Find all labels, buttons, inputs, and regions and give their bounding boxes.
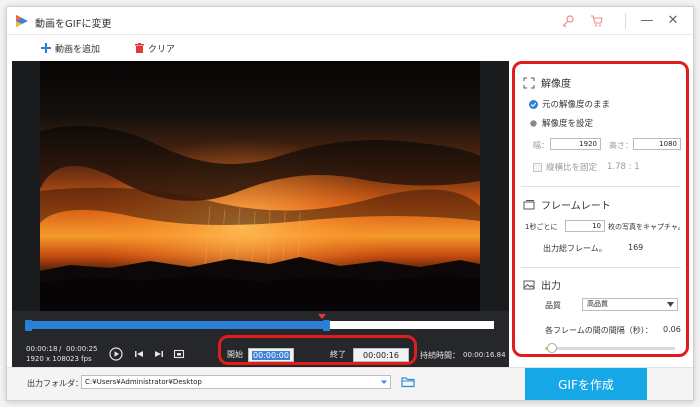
bottom-bar: 出力フォルダ： C:¥Users¥Administrator¥Desktop G… bbox=[7, 367, 693, 400]
total-frames-value: 169 bbox=[628, 243, 644, 252]
checkbox-icon bbox=[533, 162, 542, 172]
frames-per-second-input[interactable]: 10 bbox=[565, 220, 605, 232]
radio-icon bbox=[530, 119, 537, 127]
per-second-prefix: 1秒ごとに bbox=[525, 223, 558, 231]
play-icon[interactable] bbox=[109, 347, 123, 361]
resolution-section-title: 解像度 bbox=[523, 75, 571, 90]
height-input[interactable]: 1080 bbox=[633, 138, 681, 150]
divider bbox=[521, 186, 681, 187]
trim-start-handle[interactable] bbox=[25, 320, 32, 331]
close-button[interactable]: ✕ bbox=[665, 13, 681, 29]
frame-interval-slider[interactable] bbox=[545, 343, 675, 353]
end-time-input[interactable]: 00:00:16 bbox=[353, 348, 409, 362]
folder-icon[interactable] bbox=[401, 375, 415, 388]
next-frame-icon[interactable] bbox=[152, 347, 166, 361]
time-separator: / bbox=[59, 345, 62, 353]
quality-label: 品質 bbox=[545, 301, 561, 310]
clear-button[interactable]: クリア bbox=[135, 40, 175, 56]
create-gif-button[interactable]: GIFを作成 bbox=[525, 368, 647, 400]
add-video-label: 動画を追加 bbox=[55, 44, 101, 55]
toolbar: 動画を追加 クリア bbox=[7, 35, 693, 61]
width-input[interactable]: 1920 bbox=[550, 138, 601, 150]
film-icon bbox=[523, 199, 535, 209]
width-label: 幅： bbox=[533, 141, 549, 150]
video-resolution: 1920 x 1080 bbox=[26, 355, 71, 363]
chevron-down-icon[interactable] bbox=[378, 376, 390, 388]
video-preview bbox=[12, 61, 509, 311]
chevron-down-icon bbox=[667, 302, 674, 307]
trash-icon bbox=[135, 43, 144, 53]
height-label: 高さ： bbox=[609, 141, 633, 150]
duration-label: 持続時間： bbox=[420, 351, 460, 360]
lock-ratio-checkbox[interactable]: 縦横比を固定 1.78 : 1 bbox=[533, 161, 640, 173]
app-window: 動画をGIFに変更 — ✕ 動画を追加 クリア 00:00:18 / 00:00… bbox=[6, 6, 694, 401]
quality-select[interactable]: 高品質 bbox=[582, 298, 678, 311]
snapshot-icon[interactable] bbox=[172, 347, 186, 361]
plus-icon bbox=[41, 43, 51, 53]
key-icon[interactable] bbox=[561, 14, 575, 28]
output-section-title: 出力 bbox=[523, 277, 561, 292]
fullscreen-icon bbox=[523, 77, 535, 88]
trim-end-handle[interactable] bbox=[323, 320, 330, 331]
video-frame-image bbox=[40, 61, 480, 311]
check-circle-icon bbox=[529, 99, 538, 109]
total-frames-label: 出力総フレーム。 bbox=[543, 244, 607, 253]
keep-original-option[interactable]: 元の解像度のまま bbox=[529, 98, 610, 110]
set-resolution-option[interactable]: 解像度を設定 bbox=[529, 117, 593, 129]
image-icon bbox=[523, 280, 535, 289]
divider bbox=[625, 13, 626, 29]
video-fps: 23 fps bbox=[70, 355, 92, 363]
output-folder-input[interactable]: C:¥Users¥Administrator¥Desktop bbox=[81, 375, 391, 389]
divider bbox=[521, 267, 681, 268]
cart-icon[interactable] bbox=[590, 14, 604, 28]
aspect-ratio-value: 1.78 : 1 bbox=[607, 162, 640, 172]
timeline-selection bbox=[28, 321, 326, 329]
window-title: 動画をGIFに変更 bbox=[35, 19, 112, 30]
add-video-button[interactable]: 動画を追加 bbox=[41, 40, 100, 56]
total-time: 00:00:25 bbox=[66, 345, 98, 353]
title-bar: 動画をGIFに変更 — ✕ bbox=[7, 7, 693, 35]
previous-frame-icon[interactable] bbox=[132, 347, 146, 361]
playhead-marker[interactable] bbox=[318, 314, 326, 319]
frame-interval-label: 各フレームの間の間隔（秒）： bbox=[545, 326, 653, 335]
duration-value: 00:00:16.84 bbox=[463, 351, 506, 359]
settings-panel: 解像度 元の解像度のまま 解像度を設定 幅： 1920 高さ： 1080 縦横比… bbox=[512, 61, 689, 357]
app-logo-icon bbox=[16, 15, 28, 27]
frame-rate-section-title: フレームレート bbox=[523, 197, 611, 212]
clear-label: クリア bbox=[148, 44, 176, 55]
output-folder-label: 出力フォルダ： bbox=[27, 379, 83, 388]
slider-thumb[interactable] bbox=[547, 343, 557, 353]
start-label: 開始 bbox=[227, 350, 243, 359]
current-time: 00:00:18 bbox=[26, 345, 58, 353]
timeline-track[interactable] bbox=[28, 321, 494, 329]
playback-controls: 00:00:18 / 00:00:25 1920 x 1080 23 fps 開… bbox=[12, 311, 509, 367]
per-second-suffix: 枚の写真をキャプチャ。 bbox=[608, 223, 685, 231]
end-label: 終了 bbox=[330, 350, 346, 359]
frame-interval-value: 0.06 bbox=[663, 325, 681, 334]
minimize-button[interactable]: — bbox=[639, 13, 655, 29]
start-time-input[interactable]: 00:00:00 bbox=[248, 348, 294, 362]
